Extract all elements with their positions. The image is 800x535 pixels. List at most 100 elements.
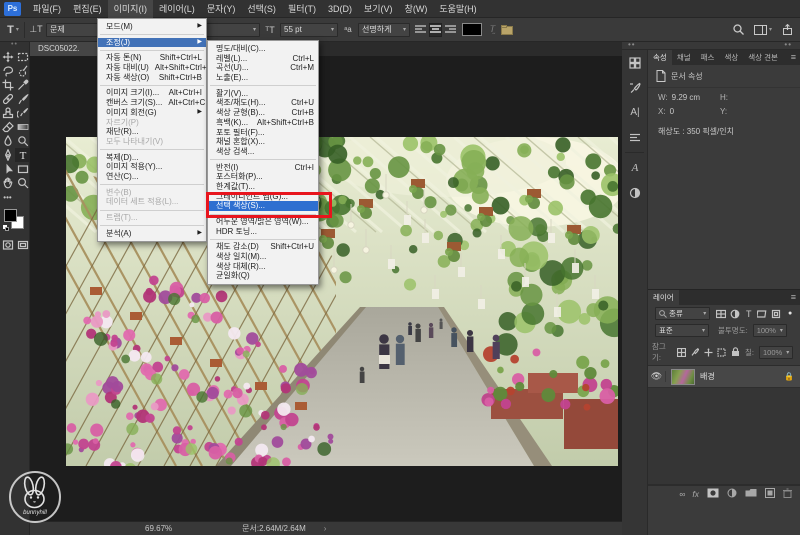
image-menu-item-15[interactable]: 복제(D)... [98, 153, 206, 163]
image-menu-item-16[interactable]: 이미지 적용(Y)... [98, 162, 206, 172]
layer-visibility-icon[interactable]: 👁 [648, 371, 666, 382]
adjust-submenu-item-14[interactable]: 포스터화(P)... [208, 172, 318, 182]
new-layer-icon[interactable] [765, 488, 775, 500]
adjust-submenu-item-11[interactable]: 색상 검색... [208, 147, 318, 157]
dodge-tool[interactable] [15, 134, 30, 148]
filter-adjustment-layers-icon[interactable] [729, 308, 741, 320]
add-mask-icon[interactable] [707, 488, 719, 500]
text-orientation-icon[interactable]: ⊥T [29, 21, 43, 39]
clone-stamp-tool[interactable] [0, 106, 15, 120]
type-tool[interactable]: T [15, 148, 30, 162]
menubar-item-7[interactable]: 3D(D) [322, 0, 358, 18]
adjust-submenu-item-20[interactable]: HDR 토닝... [208, 227, 318, 237]
edit-toolbar-icon[interactable]: ••• [0, 190, 15, 204]
screen-mode-icon[interactable] [15, 238, 30, 252]
paragraph-panel-icon[interactable] [622, 125, 648, 150]
image-menu-item-20[interactable]: 데이터 세트 적용(L)... [98, 197, 206, 207]
workspace-switcher-icon[interactable]: ▾ [754, 21, 772, 39]
adjust-submenu-item-2[interactable]: 곡선(U)...Ctrl+M [208, 63, 318, 73]
adjust-submenu-item-17[interactable]: 선택 색상(S)... [208, 201, 318, 211]
filter-shape-layers-icon[interactable] [757, 308, 769, 320]
link-layers-icon[interactable]: ∞ [679, 489, 684, 499]
tab-2-properties-group[interactable]: 패스 [696, 50, 720, 65]
layer-filter-select[interactable]: 종류▾ [655, 307, 710, 320]
filter-smart-objects-icon[interactable] [770, 308, 782, 320]
zoom-level[interactable]: 69.67% [145, 524, 172, 533]
adjust-submenu-item-9[interactable]: 포토 필터(F)... [208, 128, 318, 138]
lock-pixels-icon[interactable] [689, 346, 700, 358]
blur-tool[interactable] [0, 134, 15, 148]
align-left-button[interactable] [414, 23, 427, 37]
panel-menu-icon[interactable]: ≡ [791, 50, 800, 65]
history-brush-tool[interactable] [15, 106, 30, 120]
align-right-button[interactable] [444, 23, 457, 37]
glyphs-panel-icon[interactable]: A [622, 155, 648, 180]
hand-tool[interactable] [0, 176, 15, 190]
adjust-submenu-item-10[interactable]: 채널 혼합(X)... [208, 137, 318, 147]
image-menu-item-12[interactable]: 재단(R)... [98, 127, 206, 137]
menubar-item-2[interactable]: 이미지(I) [108, 0, 153, 18]
lock-artboard-icon[interactable] [716, 346, 727, 358]
path-selection-tool[interactable] [0, 162, 15, 176]
image-menu-item-22[interactable]: 트랩(T)... [98, 213, 206, 223]
adjust-submenu-item-15[interactable]: 한계값(T)... [208, 182, 318, 192]
adjust-submenu-item-24[interactable]: 색상 대체(R)... [208, 262, 318, 272]
resolution-value[interactable]: 해상도 : 350 픽셀/인치 [658, 126, 734, 137]
x-value[interactable]: 0 [670, 107, 674, 116]
lasso-tool[interactable] [0, 64, 15, 78]
swatches-panel-icon[interactable] [622, 50, 648, 75]
adjust-submenu-item-25[interactable]: 균일화(Q) [208, 271, 318, 281]
image-menu-item-6[interactable]: 자동 색상(O)Shift+Ctrl+B [98, 73, 206, 83]
search-icon[interactable] [732, 21, 746, 39]
image-menu-item-2[interactable]: 조정(J)▶ [98, 38, 206, 48]
character-panel-icon[interactable]: A| [622, 100, 648, 125]
tab-layers[interactable]: 레이어 [648, 290, 679, 305]
adjust-submenu-item-1[interactable]: 레벨(L)...Ctrl+L [208, 54, 318, 64]
align-center-button[interactable] [429, 23, 442, 37]
fill-select[interactable]: 100%▾ [759, 346, 793, 359]
shape-tool[interactable] [15, 162, 30, 176]
filter-type-layers-icon[interactable]: T [743, 308, 755, 320]
menubar-item-0[interactable]: 파일(F) [27, 0, 67, 18]
lock-position-icon[interactable] [703, 346, 714, 358]
menubar-item-3[interactable]: 레이어(L) [153, 0, 201, 18]
status-chevron-icon[interactable]: › [324, 524, 327, 533]
tab-4-properties-group[interactable]: 색상 견본 [743, 50, 783, 65]
gradient-tool[interactable] [15, 120, 30, 134]
adjust-submenu-item-19[interactable]: 어두운 영역/밝은 영역(W)... [208, 217, 318, 227]
pen-tool[interactable] [0, 148, 15, 162]
image-menu-item-5[interactable]: 자동 대비(U)Alt+Shift+Ctrl+L [98, 63, 206, 73]
toggle-panels-icon[interactable] [500, 21, 514, 39]
lock-all-icon[interactable] [730, 346, 741, 358]
tab-0-properties-group[interactable]: 속성 [648, 50, 672, 65]
image-menu-item-11[interactable]: 자르기(P) [98, 118, 206, 128]
delete-layer-icon[interactable] [783, 488, 792, 500]
image-menu-item-4[interactable]: 자동 톤(N)Shift+Ctrl+L [98, 53, 206, 63]
new-adjustment-layer-icon[interactable] [727, 488, 737, 500]
dock-grip[interactable]: •••• [622, 42, 800, 50]
adjust-submenu-item-3[interactable]: 노출(E)... [208, 73, 318, 83]
image-menu-item-8[interactable]: 이미지 크기(I)...Alt+Ctrl+I [98, 88, 206, 98]
adjust-submenu-item-16[interactable]: 그레이디언트 맵(G)... [208, 192, 318, 202]
marquee-tool[interactable] [15, 50, 30, 64]
image-menu-item-10[interactable]: 이미지 회전(G)▶ [98, 108, 206, 118]
new-group-icon[interactable] [745, 488, 757, 499]
quick-mask-icon[interactable] [0, 238, 15, 252]
w-value[interactable]: 9.29 cm [672, 93, 700, 102]
menubar-item-5[interactable]: 선택(S) [241, 0, 282, 18]
image-menu-item-19[interactable]: 변수(B) [98, 188, 206, 198]
image-menu-item-24[interactable]: 분석(A)▶ [98, 229, 206, 239]
adjust-submenu-item-22[interactable]: 채도 감소(D)Shift+Ctrl+U [208, 242, 318, 252]
brush-settings-panel-icon[interactable] [622, 75, 648, 100]
toolbar-grip[interactable]: •• [0, 42, 29, 50]
adjust-submenu-item-7[interactable]: 색상 균형(B)...Ctrl+B [208, 108, 318, 118]
tab-1-properties-group[interactable]: 채널 [672, 50, 696, 65]
crop-tool[interactable] [0, 78, 15, 92]
eraser-tool[interactable] [0, 120, 15, 134]
adjust-submenu-item-0[interactable]: 명도/대비(C)... [208, 44, 318, 54]
move-tool[interactable] [0, 50, 15, 64]
healing-brush-tool[interactable] [0, 92, 15, 106]
brush-tool[interactable] [15, 92, 30, 106]
eyedropper-tool[interactable] [15, 78, 30, 92]
layer-thumbnail[interactable] [671, 369, 695, 385]
